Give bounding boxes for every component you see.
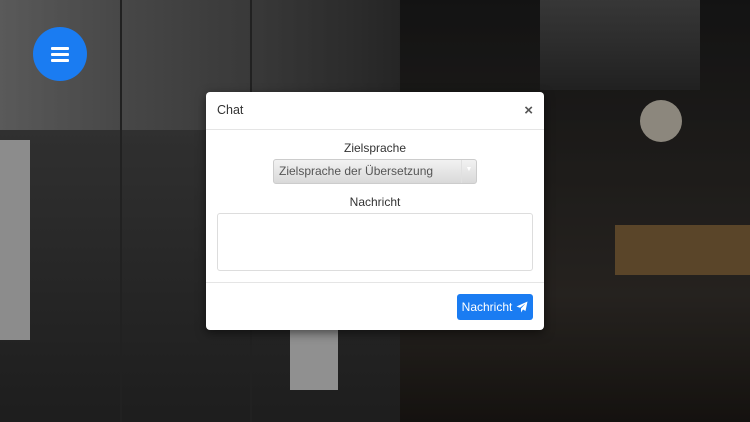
chevron-down-icon: ▼ xyxy=(461,160,476,183)
menu-button[interactable] xyxy=(33,27,87,81)
send-message-button[interactable]: Nachricht xyxy=(457,294,533,320)
close-icon[interactable]: × xyxy=(524,103,533,119)
message-input[interactable] xyxy=(217,213,533,271)
hamburger-icon xyxy=(51,44,69,65)
modal-footer-divider xyxy=(206,282,544,283)
language-label: Zielsprache xyxy=(343,141,407,155)
message-label: Nachricht xyxy=(349,195,401,209)
target-language-select[interactable]: Zielsprache der Übersetzung ▼ xyxy=(273,159,477,184)
modal-header: Chat × xyxy=(206,92,544,130)
paper-plane-icon xyxy=(516,301,528,313)
chat-modal: Chat × Zielsprache Zielsprache der Übers… xyxy=(206,92,544,330)
send-button-label: Nachricht xyxy=(461,300,513,314)
target-language-value: Zielsprache der Übersetzung xyxy=(279,164,434,178)
modal-title: Chat xyxy=(217,103,244,117)
